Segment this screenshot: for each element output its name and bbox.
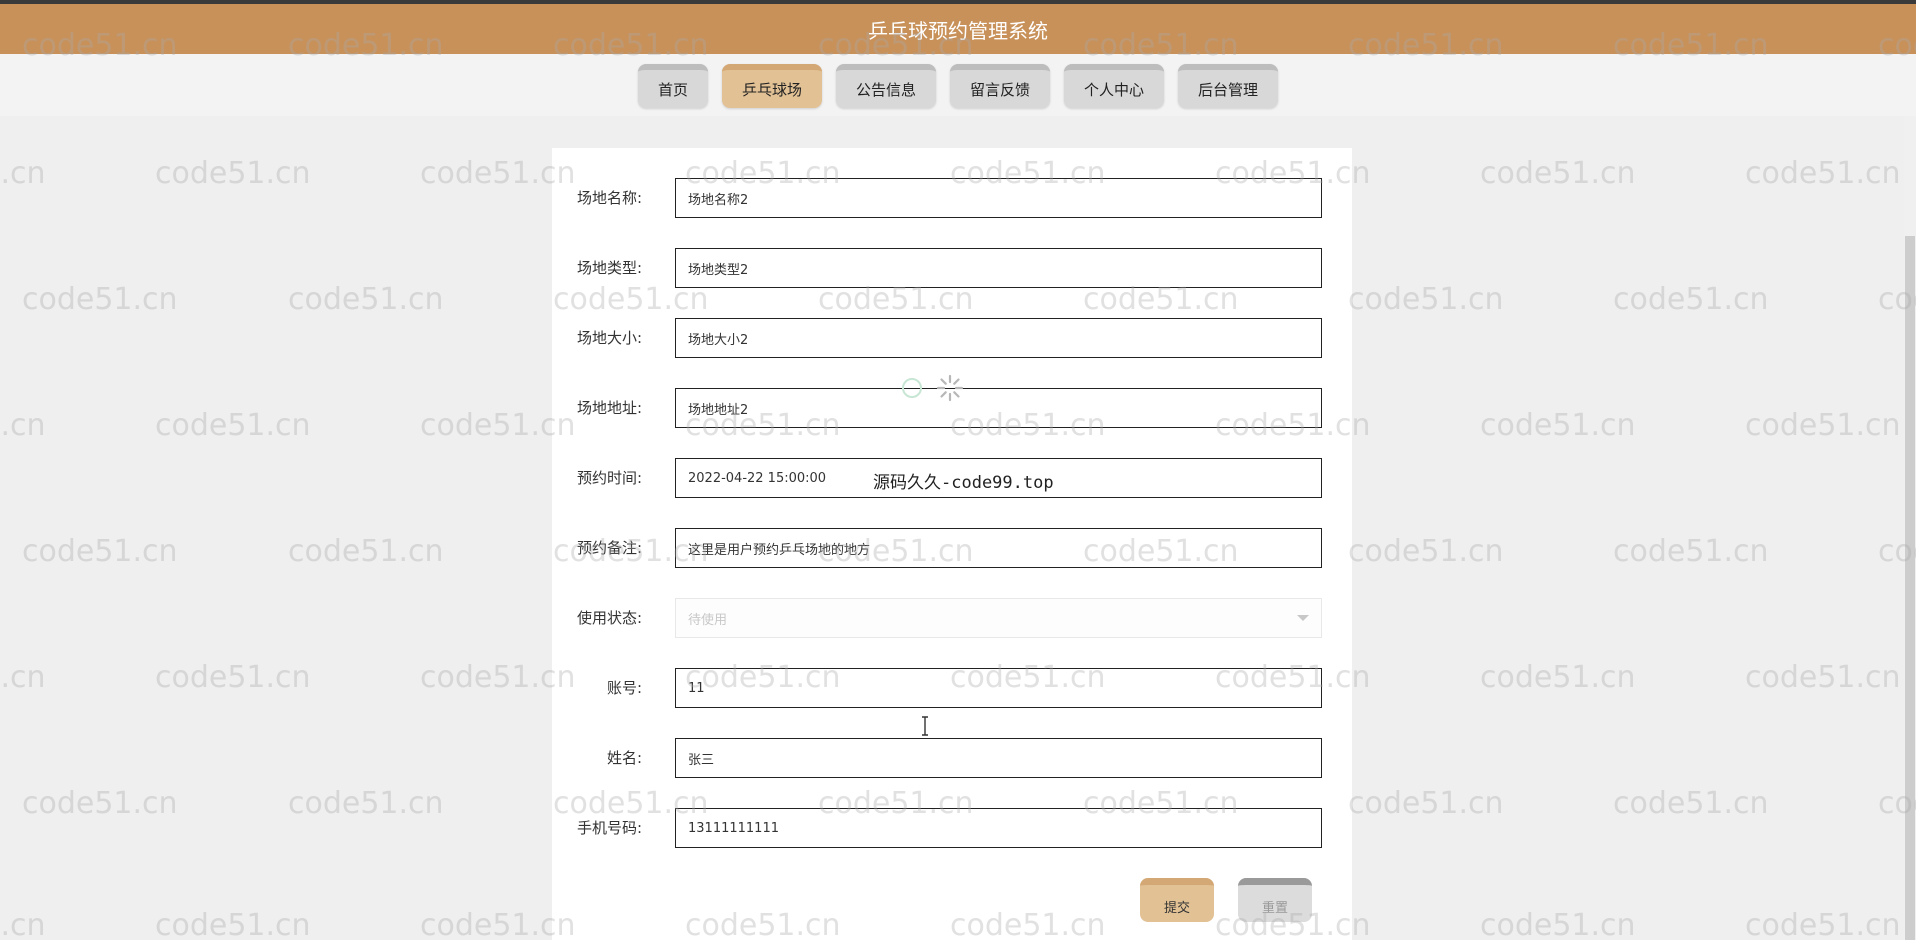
form-row-phone: 手机号码: 13111111111 <box>552 808 1352 848</box>
form-row-venue-name: 场地名称: 场地名称2 <box>552 178 1352 218</box>
reset-button[interactable]: 重置 <box>1238 878 1312 922</box>
form-row-account: 账号: 11 <box>552 668 1352 708</box>
app-title: 乒乓球预约管理系统 <box>868 18 1048 43</box>
account-label: 账号: <box>606 679 642 697</box>
phone-label: 手机号码: <box>576 819 642 837</box>
nav-tab-pingpong-courts[interactable]: 乒乓球场 <box>721 64 822 108</box>
nav-tab-announcements[interactable]: 公告信息 <box>835 64 936 108</box>
nav-tab-feedback[interactable]: 留言反馈 <box>950 64 1051 108</box>
booking-note-input[interactable]: 这里是用户预约乒乓场地的地方 <box>675 528 1322 568</box>
usage-status-select: 待使用 <box>675 598 1322 638</box>
app-header: 乒乓球预约管理系统 <box>0 4 1916 54</box>
usage-status-value: 待使用 <box>688 612 728 628</box>
venue-name-input[interactable]: 场地名称2 <box>675 178 1322 218</box>
venue-type-input[interactable]: 场地类型2 <box>675 248 1322 288</box>
form-row-name: 姓名: 张三 <box>552 738 1352 778</box>
phone-input[interactable]: 13111111111 <box>675 808 1322 848</box>
form-row-usage-status: 使用状态: 待使用 <box>552 598 1352 638</box>
name-input[interactable]: 张三 <box>675 738 1322 778</box>
venue-name-label: 场地名称: <box>576 189 642 207</box>
venue-size-input[interactable]: 场地大小2 <box>675 318 1322 358</box>
loading-badge-icon <box>902 378 922 398</box>
loading-spinner-icon <box>936 374 964 402</box>
form-row-venue-size: 场地大小: 场地大小2 <box>552 318 1352 358</box>
venue-address-input[interactable]: 场地地址2 <box>675 388 1322 428</box>
booking-note-label: 预约备注: <box>576 539 642 557</box>
usage-status-label: 使用状态: <box>576 609 642 627</box>
form-row-venue-type: 场地类型: 场地类型2 <box>552 248 1352 288</box>
form-row-booking-note: 预约备注: 这里是用户预约乒乓场地的地方 <box>552 528 1352 568</box>
venue-type-label: 场地类型: <box>576 259 642 277</box>
nav-tab-home[interactable]: 首页 <box>637 64 708 108</box>
main-nav: 首页 乒乓球场 公告信息 留言反馈 个人中心 后台管理 <box>0 54 1916 116</box>
booking-form-panel: 场地名称: 场地名称2 场地类型: 场地类型2 场地大小: 场地大小2 场地地址… <box>552 148 1352 940</box>
booking-time-label: 预约时间: <box>576 469 642 487</box>
submit-button[interactable]: 提交 <box>1140 878 1214 922</box>
nav-tab-profile[interactable]: 个人中心 <box>1064 64 1165 108</box>
account-input[interactable]: 11 <box>675 668 1322 708</box>
venue-address-label: 场地地址: <box>576 399 642 417</box>
name-label: 姓名: <box>606 749 642 767</box>
text-cursor-icon <box>922 716 928 736</box>
scrollbar-thumb[interactable] <box>1905 236 1915 940</box>
chevron-down-icon <box>1297 615 1309 621</box>
venue-size-label: 场地大小: <box>576 329 642 347</box>
source-overlay-text: 源码久久-code99.top <box>873 473 1054 493</box>
nav-tab-admin[interactable]: 后台管理 <box>1178 64 1279 108</box>
